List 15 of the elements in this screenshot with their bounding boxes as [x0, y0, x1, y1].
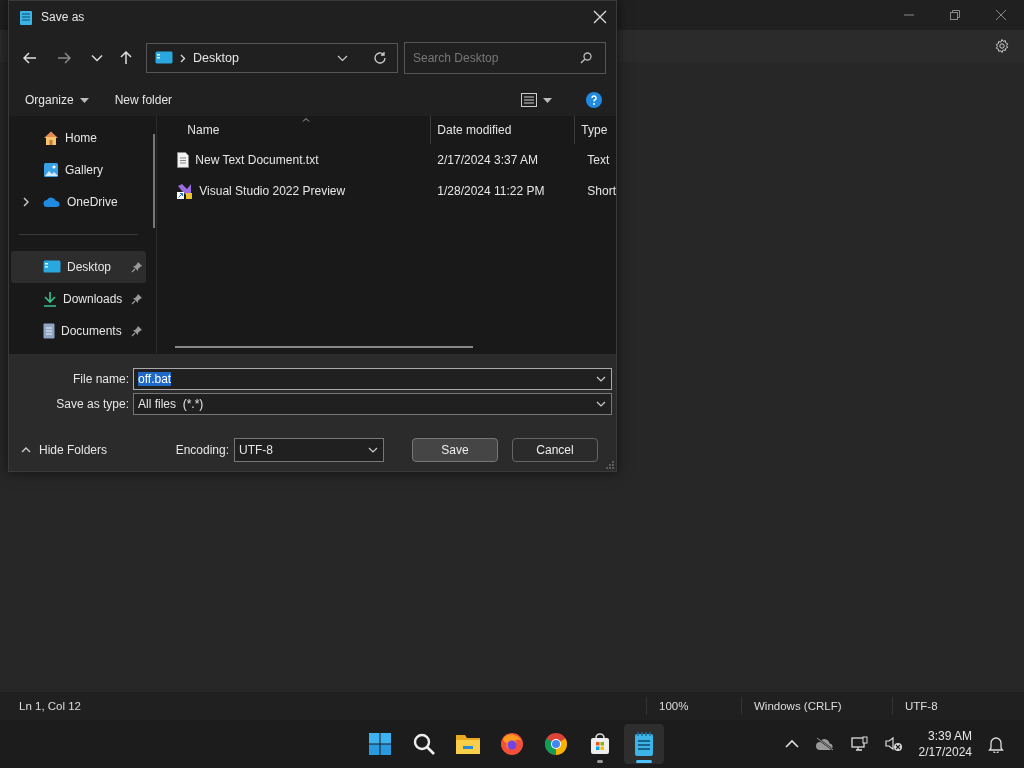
- field-label: Save as type:: [55, 396, 130, 411]
- file-name: New Text Document.txt: [195, 152, 319, 167]
- encoding-label: Encoding:: [175, 443, 229, 457]
- dialog-title: Save as: [41, 9, 85, 24]
- zoom-level: 100%: [658, 700, 690, 712]
- file-type: Text: [586, 152, 611, 167]
- encoding-status: UTF-8: [904, 700, 938, 712]
- file-type: Short: [586, 183, 616, 198]
- date-modified: 2/17/2024 3:37 AM: [436, 152, 540, 167]
- cursor-position: Ln 1, Col 12: [18, 700, 82, 712]
- file-name: Visual Studio 2022 Preview: [199, 183, 346, 198]
- line-ending: Windows (CRLF): [753, 700, 843, 712]
- field-label: File name:: [71, 371, 130, 386]
- date-modified: 1/28/2024 11:22 PM: [436, 183, 546, 198]
- address-text: Desktop: [193, 51, 239, 65]
